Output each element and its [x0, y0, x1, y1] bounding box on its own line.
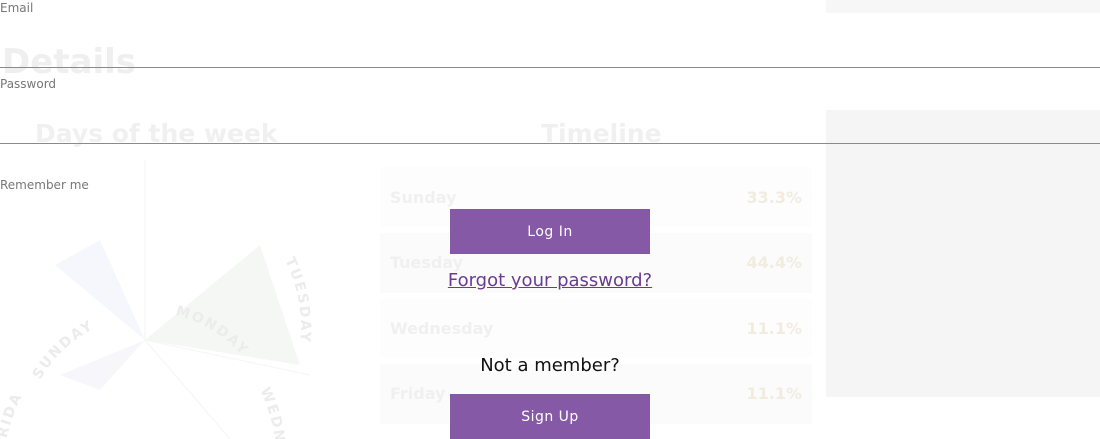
email-field[interactable]	[0, 43, 1100, 68]
days-wheel-chart: SUNDAY MONDAY TUESDAY WEDNESDAY FRIDAY	[0, 160, 311, 439]
timeline-percent: 11.1%	[746, 318, 802, 338]
login-button[interactable]: Log In	[450, 209, 650, 254]
timeline-percent: 33.3%	[746, 187, 802, 207]
timeline-day: Wednesday	[390, 318, 494, 338]
wheel-label-friday: FRIDAY	[0, 160, 25, 439]
background-card-right	[826, 110, 1100, 397]
password-label: Password	[0, 77, 57, 91]
timeline-table: Sunday 33.3% Tuesday 44.4% Wednesday 11.…	[380, 167, 812, 429]
email-label: Email	[0, 1, 34, 15]
remember-me-label[interactable]: Remember me	[0, 178, 89, 192]
signup-button[interactable]: Sign Up	[450, 394, 650, 439]
timeline-day: Sunday	[390, 187, 457, 207]
background-card-top	[826, 0, 1100, 13]
timeline-row: Wednesday 11.1%	[380, 298, 812, 358]
forgot-password-link[interactable]: Forgot your password?	[0, 270, 1100, 291]
timeline-day: Friday	[390, 384, 446, 403]
not-member-text: Not a member?	[480, 355, 620, 376]
password-field[interactable]	[0, 119, 1100, 144]
timeline-percent: 11.1%	[746, 384, 802, 403]
